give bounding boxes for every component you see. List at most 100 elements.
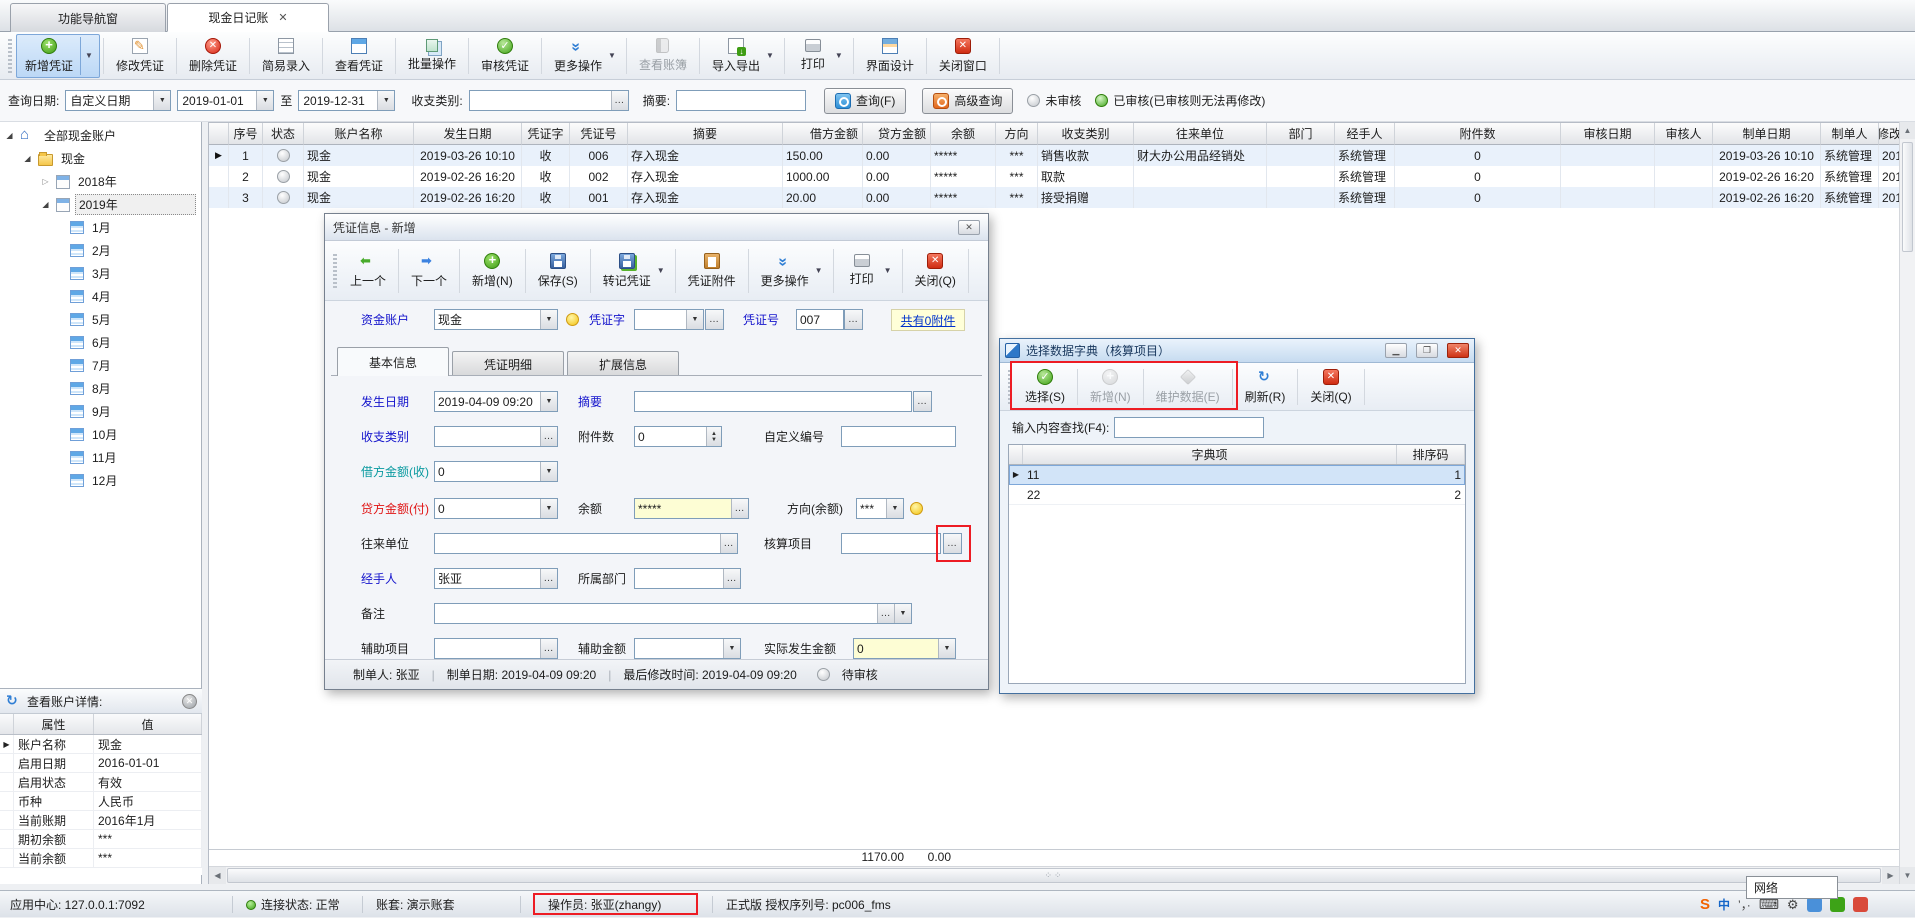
table-row[interactable]: 3现金2019-02-26 16:20收001存入现金20.000.00****…: [209, 187, 1899, 208]
column-header[interactable]: 借方金额: [783, 123, 863, 145]
expanded-icon[interactable]: ◢: [40, 200, 51, 209]
dictionary-search-input[interactable]: [1114, 417, 1264, 438]
main-close-window-button[interactable]: 关闭窗口: [930, 34, 996, 78]
tree-item-2018[interactable]: ▷ 2018年: [0, 170, 200, 193]
column-header[interactable]: 序号: [229, 123, 263, 145]
search-button[interactable]: 查询(F): [824, 88, 906, 114]
column-header[interactable]: 审核日期: [1561, 123, 1655, 145]
tree-item-2019[interactable]: ◢ 2019年: [0, 193, 200, 216]
chevron-down-icon[interactable]: ▼: [813, 266, 825, 275]
note-input[interactable]: …▼: [434, 603, 912, 624]
tree-item-month-10[interactable]: 10月: [0, 423, 200, 446]
chevron-down-icon[interactable]: ▼: [833, 51, 845, 60]
column-header[interactable]: 余额: [931, 123, 996, 145]
voucher-more-ops-button[interactable]: 更多操作▼: [752, 245, 830, 297]
column-header[interactable]: 状态: [263, 123, 304, 145]
attachment-link[interactable]: 共有0附件: [901, 312, 956, 329]
close-dialog-button[interactable]: ✕: [958, 220, 980, 235]
date-range-select[interactable]: 自定义日期▼: [65, 90, 171, 111]
table-row[interactable]: 币种人民币: [0, 792, 202, 811]
custom-no-input[interactable]: [841, 426, 956, 447]
vertical-scrollbar[interactable]: ▲ ▼: [1899, 122, 1915, 884]
scroll-right-icon[interactable]: ▶: [1882, 867, 1899, 884]
ellipsis-button[interactable]: …: [877, 604, 894, 623]
fund-account-select[interactable]: 现金▼: [434, 309, 558, 330]
refresh-icon[interactable]: [5, 693, 21, 709]
tree-item-month-5[interactable]: 5月: [0, 308, 200, 331]
main-batch-ops-button[interactable]: 批量操作: [399, 34, 465, 78]
table-row[interactable]: 期初余额***: [0, 830, 202, 849]
chevron-down-icon[interactable]: ▼: [938, 639, 955, 658]
ellipsis-button[interactable]: …: [611, 91, 628, 110]
table-row[interactable]: ▶账户名称现金: [0, 735, 202, 754]
debit-input[interactable]: 0▼: [434, 461, 558, 482]
voucher-next-button[interactable]: 下一个: [402, 245, 456, 297]
column-header[interactable]: 发生日期: [414, 123, 522, 145]
tree-item-month-4[interactable]: 4月: [0, 285, 200, 308]
horizontal-scrollbar[interactable]: ◀ ⁘⁘ ▶: [209, 866, 1899, 884]
ellipsis-button[interactable]: …: [723, 569, 740, 588]
chevron-down-icon[interactable]: ▼: [540, 462, 557, 481]
chevron-down-icon[interactable]: ▼: [723, 639, 740, 658]
voucher-transfer-voucher-button[interactable]: 转记凭证▼: [594, 245, 672, 297]
tree-item-month-2[interactable]: 2月: [0, 239, 200, 262]
ellipsis-button[interactable]: …: [540, 639, 557, 658]
dict-select-button[interactable]: 选择(S): [1016, 366, 1074, 408]
tree-item-month-11[interactable]: 11月: [0, 446, 200, 469]
column-header[interactable]: 贷方金额: [863, 123, 931, 145]
chevron-down-icon[interactable]: ▼: [686, 310, 703, 329]
handler-input[interactable]: 张亚…: [434, 568, 558, 589]
scroll-down-icon[interactable]: ▼: [1900, 867, 1915, 884]
column-header[interactable]: 收支类别: [1038, 123, 1134, 145]
main-add-voucher-button[interactable]: 新增凭证▼: [16, 34, 100, 78]
tab-function-nav[interactable]: 功能导航窗: [10, 3, 166, 32]
expanded-icon[interactable]: ◢: [4, 131, 15, 140]
ellipsis-button[interactable]: …: [705, 309, 724, 330]
aux-amount-input[interactable]: ▼: [634, 638, 741, 659]
chevron-down-icon[interactable]: ▼: [540, 392, 557, 411]
chevron-down-icon[interactable]: ▼: [540, 499, 557, 518]
tree-item-month-1[interactable]: 1月: [0, 216, 200, 239]
dict-refresh-button[interactable]: 刷新(R): [1236, 366, 1295, 408]
main-view-voucher-button[interactable]: 查看凭证: [326, 34, 392, 78]
accounting-item-ellipsis-button[interactable]: …: [943, 533, 962, 554]
ellipsis-button[interactable]: …: [913, 391, 932, 412]
aux-item-input[interactable]: …: [434, 638, 558, 659]
column-header[interactable]: 往来单位: [1134, 123, 1267, 145]
minimize-button[interactable]: ▁: [1385, 343, 1407, 358]
maximize-button[interactable]: ❐: [1416, 343, 1438, 358]
table-row[interactable]: 当前账期2016年1月: [0, 811, 202, 830]
expanded-icon[interactable]: ◢: [22, 154, 33, 163]
main-print-button[interactable]: 打印▼: [788, 34, 850, 78]
chevron-down-icon[interactable]: ▼: [256, 91, 273, 110]
tree-item-cash[interactable]: ◢ 现金: [0, 147, 200, 170]
date-to-picker[interactable]: 2019-12-31▼: [298, 90, 395, 111]
chevron-down-icon[interactable]: ▼: [882, 266, 894, 275]
column-header[interactable]: 凭证号: [570, 123, 628, 145]
list-item[interactable]: 222: [1009, 485, 1465, 505]
column-header[interactable]: 经手人: [1335, 123, 1395, 145]
ellipsis-button[interactable]: …: [731, 499, 748, 518]
voucher-prev-button[interactable]: 上一个: [341, 245, 395, 297]
ime-language-icon[interactable]: 中: [1718, 896, 1730, 913]
bulb-icon[interactable]: [910, 502, 923, 515]
column-header[interactable]: 部门: [1267, 123, 1335, 145]
chevron-down-icon[interactable]: ▼: [894, 604, 911, 623]
sogou-icon[interactable]: S: [1700, 896, 1710, 913]
spinner-icons[interactable]: ▲▼: [706, 427, 721, 446]
column-header[interactable]: 方向: [996, 123, 1038, 145]
ellipsis-button[interactable]: …: [720, 534, 737, 553]
summary-input[interactable]: [676, 90, 806, 111]
chevron-down-icon[interactable]: ▼: [764, 51, 776, 60]
attach-count-stepper[interactable]: 0▲▼: [634, 426, 722, 447]
column-header[interactable]: 附件数: [1395, 123, 1561, 145]
bulb-icon[interactable]: [566, 313, 579, 326]
chevron-down-icon[interactable]: ▼: [377, 91, 394, 110]
column-header[interactable]: 最后修改时间: [1879, 123, 1900, 145]
tree-item-month-3[interactable]: 3月: [0, 262, 200, 285]
direction-select[interactable]: ***▼: [856, 498, 904, 519]
tray-app-icon[interactable]: [1853, 897, 1868, 912]
party-input[interactable]: …: [434, 533, 738, 554]
close-tab-icon[interactable]: ✕: [278, 11, 287, 24]
collapsed-icon[interactable]: ▷: [40, 177, 51, 186]
